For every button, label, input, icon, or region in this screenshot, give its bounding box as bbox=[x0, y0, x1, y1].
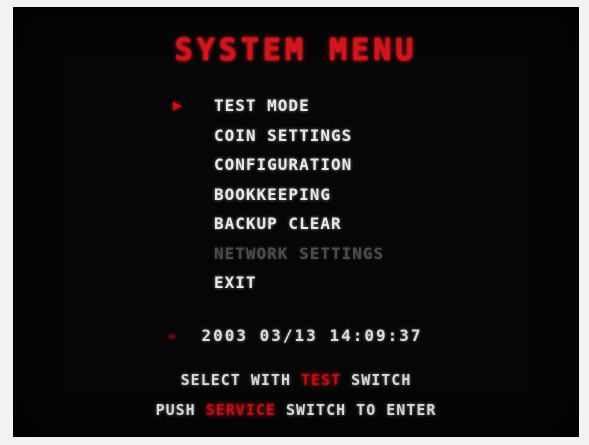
menu-item-label: CONFIGURATION bbox=[214, 155, 353, 174]
menu-item-label: BACKUP CLEAR bbox=[214, 214, 342, 233]
instruction-text: SWITCH TO ENTER bbox=[285, 401, 437, 419]
crt-screen: SYSTEM MENU ▶ TEST MODE COIN SETTINGS CO… bbox=[13, 7, 579, 437]
menu-item-exit[interactable]: EXIT bbox=[173, 268, 493, 298]
page-title: SYSTEM MENU bbox=[174, 33, 418, 68]
menu-item-label: BOOKKEEPING bbox=[214, 184, 331, 204]
menu-item-coin-settings[interactable]: COIN SETTINGS bbox=[173, 121, 493, 151]
instruction-text: SWITCH bbox=[351, 371, 412, 389]
menu-item-label: TEST MODE bbox=[214, 96, 310, 115]
clock-display: 2003 03/13 14:09:37 bbox=[13, 326, 579, 345]
instruction-select: SELECT WITH TEST SWITCH bbox=[13, 371, 579, 389]
menu-item-label: EXIT bbox=[214, 273, 257, 292]
menu-item-label: NETWORK SETTINGS bbox=[214, 243, 385, 263]
menu-item-label: COIN SETTINGS bbox=[214, 125, 353, 145]
menu-item-backup-clear[interactable]: BACKUP CLEAR bbox=[173, 209, 493, 239]
instruction-text: PUSH bbox=[155, 401, 196, 419]
menu-item-configuration[interactable]: CONFIGURATION bbox=[173, 150, 493, 180]
service-switch-label: SERVICE bbox=[205, 401, 276, 419]
menu-item-network-settings: NETWORK SETTINGS bbox=[173, 239, 493, 269]
system-menu: ▶ TEST MODE COIN SETTINGS CONFIGURATION … bbox=[173, 91, 493, 298]
instruction-enter: PUSH SERVICE SWITCH TO ENTER bbox=[13, 401, 579, 419]
menu-item-test-mode[interactable]: ▶ TEST MODE bbox=[173, 91, 493, 121]
instruction-text: SELECT WITH bbox=[180, 371, 291, 389]
clock-text: 2003 03/13 14:09:37 bbox=[201, 326, 423, 345]
clock-indicator-icon bbox=[169, 335, 176, 338]
test-switch-label: TEST bbox=[301, 371, 342, 389]
selection-cursor-icon: ▶ bbox=[173, 96, 184, 114]
menu-item-bookkeeping[interactable]: BOOKKEEPING bbox=[173, 180, 493, 210]
monitor-frame: SYSTEM MENU ▶ TEST MODE COIN SETTINGS CO… bbox=[0, 0, 589, 445]
